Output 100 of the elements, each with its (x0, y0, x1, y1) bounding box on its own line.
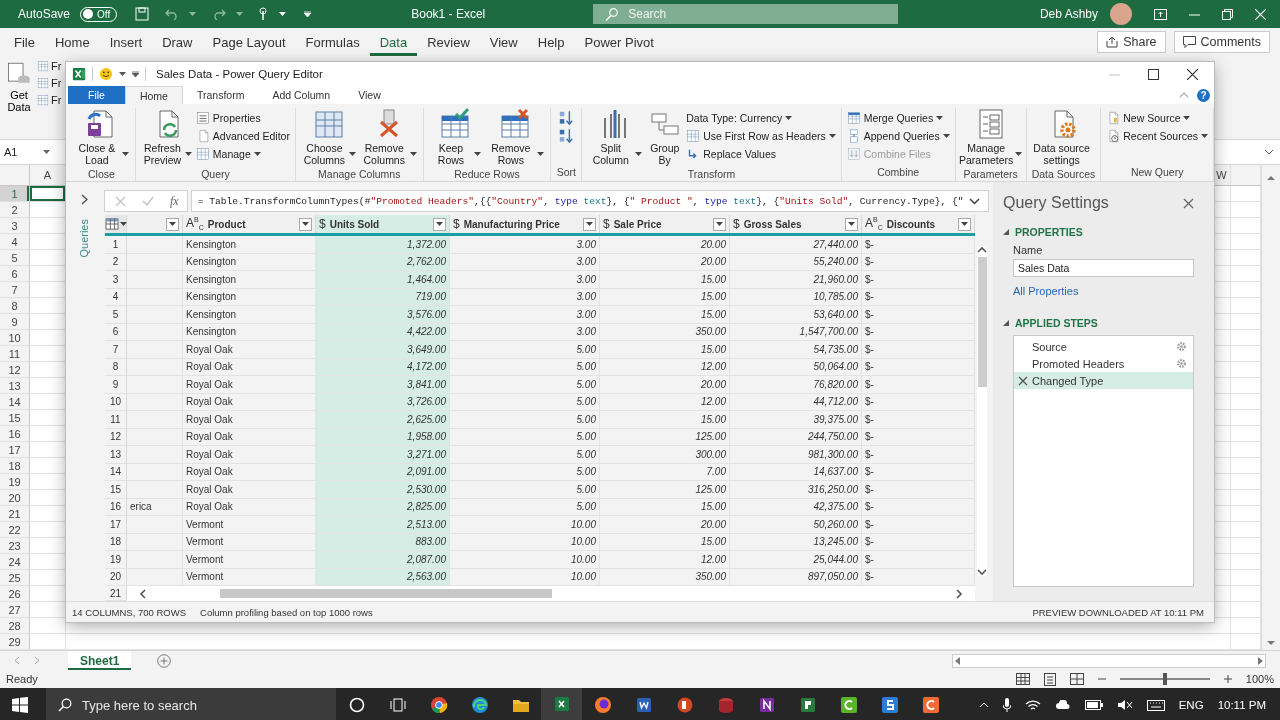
row-header[interactable]: 6 (0, 266, 30, 281)
menu-tab[interactable]: Formulas (295, 28, 370, 56)
menu-tab[interactable]: File (4, 28, 45, 56)
ribbon-tab[interactable]: Add Column (258, 86, 345, 104)
speaker-muted-icon[interactable] (1116, 699, 1133, 711)
split-column-button[interactable]: Split Column (587, 108, 644, 166)
row-header[interactable]: 26 (0, 586, 30, 601)
undo-icon[interactable] (165, 8, 180, 20)
name-box[interactable]: A1 (0, 143, 54, 161)
row-header[interactable]: 28 (0, 618, 30, 633)
save-icon[interactable] (135, 7, 150, 21)
search-field[interactable]: Type here to search (46, 688, 336, 720)
expand-formula-icon[interactable] (1264, 149, 1274, 155)
row-header[interactable]: 18 (0, 458, 30, 473)
sheet-tab[interactable]: Sheet1 (68, 651, 132, 670)
append-queries-button[interactable]: Append Queries (846, 128, 950, 144)
language-indicator[interactable]: ENG (1178, 699, 1204, 711)
remove-rows-button[interactable]: Remove Rows (485, 108, 546, 166)
data-source-settings-button[interactable]: Data source settings (1031, 108, 1092, 166)
restore-icon[interactable] (1222, 8, 1233, 20)
ribbon-display-icon[interactable] (1154, 8, 1167, 20)
table-menu-button[interactable] (105, 215, 127, 233)
remove-columns-button[interactable]: Remove Columns (359, 108, 418, 166)
selected-cell[interactable] (30, 186, 66, 201)
type-icon[interactable]: $ (319, 218, 326, 230)
battery-icon[interactable] (1084, 700, 1103, 710)
wifi-icon[interactable] (1024, 699, 1041, 711)
add-sheet-icon[interactable] (157, 653, 172, 668)
filter-dropdown-button[interactable] (166, 217, 179, 231)
manage-parameters-button[interactable]: Manage Parameters (960, 108, 1021, 166)
avatar[interactable] (1110, 3, 1132, 25)
customize-icon[interactable] (132, 71, 139, 77)
row-header[interactable]: 14 (0, 394, 30, 409)
row-header[interactable]: 5 (0, 250, 30, 265)
queries-pane-label[interactable]: Queries (78, 219, 90, 258)
new-source-button[interactable]: New Source (1106, 110, 1208, 126)
menu-tab[interactable]: Page Layout (202, 28, 296, 56)
maximize-icon[interactable] (1148, 68, 1159, 80)
choose-columns-button[interactable]: Choose Columns (300, 108, 357, 166)
zoom-level[interactable]: 100% (1245, 673, 1274, 685)
microphone-icon[interactable] (1002, 698, 1011, 712)
ribbon-tab[interactable]: View (344, 86, 395, 104)
chevron-up-icon[interactable] (978, 702, 989, 708)
merge-queries-button[interactable]: Merge Queries (846, 110, 950, 126)
row-header[interactable]: 22 (0, 522, 30, 537)
row-header[interactable]: 23 (0, 538, 30, 553)
properties-button[interactable]: Properties (195, 110, 290, 126)
row-header[interactable]: 7 (0, 282, 30, 297)
step-item[interactable]: Promoted Headers (1014, 355, 1193, 372)
row-header[interactable]: 29 (0, 634, 30, 649)
menu-tab[interactable]: Review (417, 28, 480, 56)
windows-logo-icon[interactable] (12, 697, 28, 713)
cortana-icon[interactable] (348, 697, 365, 713)
filter-dropdown-button[interactable] (958, 217, 971, 231)
row-header[interactable]: 12 (0, 362, 30, 377)
type-icon[interactable]: $ (733, 218, 740, 230)
user-name[interactable]: Deb Ashby (1039, 7, 1098, 21)
ribbon-tab[interactable]: Home (124, 86, 183, 104)
row-header[interactable]: 20 (0, 490, 30, 505)
row-header[interactable]: 3 (0, 218, 30, 233)
group-by-button[interactable]: Group By (646, 108, 684, 166)
help-button[interactable]: ? (1197, 88, 1210, 102)
row-header[interactable]: 27 (0, 602, 30, 617)
ribbon-label[interactable]: Fr (51, 94, 62, 106)
normal-view-icon[interactable] (1015, 673, 1030, 685)
recent-sources-button[interactable]: Recent Sources (1106, 128, 1208, 144)
row-header[interactable]: 11 (0, 346, 30, 361)
column-header[interactable]: $ Sale Price (600, 215, 730, 233)
filter-dropdown-button[interactable] (433, 217, 446, 231)
use-first-row-button[interactable]: Use First Row as Headers (686, 128, 836, 144)
keyboard-icon[interactable] (1146, 699, 1165, 711)
data-type-button[interactable]: Data Type: Currency (686, 110, 836, 126)
column-header[interactable]: $ Manufacturing Price (450, 215, 600, 233)
column-header[interactable]: A$^{B}$$_{C}$ Product (183, 215, 316, 233)
ribbon-tab[interactable]: Transform (182, 86, 259, 104)
menu-tab[interactable]: Power Pivot (574, 28, 664, 56)
horizontal-scrollbar[interactable] (952, 653, 1266, 668)
filter-dropdown-button[interactable] (583, 217, 596, 231)
menu-tab[interactable]: Data (369, 28, 418, 56)
check-icon[interactable] (142, 196, 154, 206)
row-header[interactable]: 16 (0, 426, 30, 441)
ribbon-label[interactable]: Fr (51, 60, 62, 72)
get-data-button[interactable]: Get Data (4, 60, 34, 135)
menu-tab[interactable]: Home (44, 28, 100, 56)
type-icon[interactable]: $ (453, 218, 460, 230)
cloud-icon[interactable] (1054, 700, 1071, 710)
refresh-preview-button[interactable]: Refresh Preview (140, 108, 193, 166)
menu-tab[interactable]: Help (527, 28, 575, 56)
row-header[interactable]: 1 (0, 186, 30, 201)
row-header[interactable]: 19 (0, 474, 30, 489)
zoom-in-icon[interactable] (1223, 675, 1232, 683)
row-header[interactable]: 15 (0, 410, 30, 425)
gear-icon[interactable] (1176, 341, 1187, 352)
ribbon-label[interactable]: Fr (51, 77, 62, 89)
function-button[interactable]: fx (170, 193, 179, 209)
close-load-button[interactable]: Close & Load (73, 108, 130, 166)
filter-dropdown-button[interactable] (845, 217, 858, 231)
filter-dropdown-button[interactable] (299, 217, 312, 231)
row-header[interactable]: 21 (0, 506, 30, 521)
close-icon[interactable] (1187, 68, 1198, 80)
